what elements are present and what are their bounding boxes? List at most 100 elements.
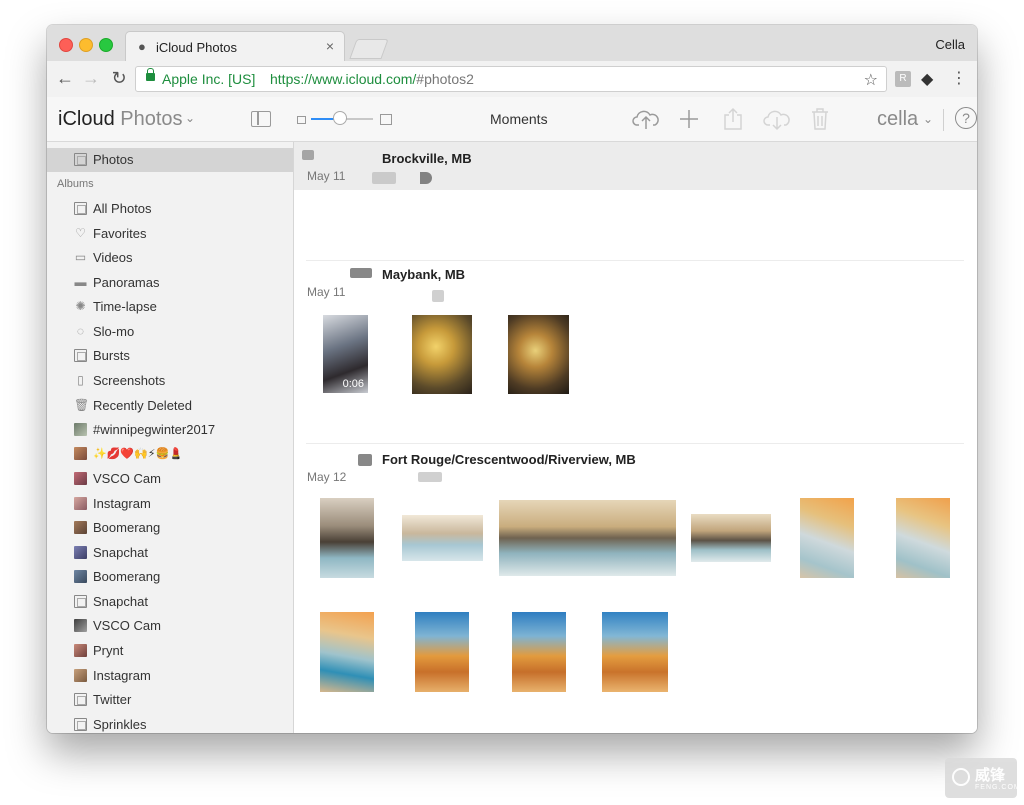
moment-separator: [306, 443, 964, 444]
upload-cloud-icon[interactable]: [632, 107, 660, 131]
blurred-thumb: [350, 268, 372, 278]
moment-title[interactable]: Maybank, MB: [382, 267, 465, 282]
sidebar-item-snapchat[interactable]: Snapchat: [47, 541, 293, 565]
sidebar: Photos Albums All Photos ♡ Favorites ▭ V…: [47, 142, 294, 733]
sidebar-item-bursts[interactable]: Bursts: [47, 344, 293, 368]
sidebar-item-recently-deleted[interactable]: 🗑 Recently Deleted: [47, 394, 293, 418]
forward-button[interactable]: →: [80, 68, 102, 89]
sidebar-item-twitter[interactable]: Twitter: [47, 688, 293, 712]
album-icon: [74, 595, 87, 608]
album-icon: [74, 202, 87, 215]
album-icon: [74, 693, 87, 706]
reload-button[interactable]: ↻: [108, 68, 130, 89]
zoom-out-icon[interactable]: [297, 116, 306, 124]
app-title[interactable]: iCloud Photos: [58, 108, 183, 131]
photo-thumbnail[interactable]: [412, 315, 472, 394]
sidebar-item-label: All Photos: [93, 201, 152, 216]
sidebar-item-vsco-cam[interactable]: VSCO Cam: [47, 467, 293, 491]
sidebar-item-photos[interactable]: Photos: [47, 148, 293, 172]
photo-thumbnail[interactable]: [415, 612, 469, 692]
minimize-window-button[interactable]: [79, 38, 93, 52]
add-icon[interactable]: [679, 109, 699, 129]
photo-thumbnail[interactable]: [512, 612, 566, 692]
heart-icon: ♡: [75, 226, 86, 240]
share-icon[interactable]: [723, 107, 743, 131]
sidebar-item-slo-mo[interactable]: ◌ Slo-mo: [47, 320, 293, 344]
feng-watermark: 威锋 FENG.COM: [945, 758, 1020, 798]
sidebar-item-sprinkles[interactable]: Sprinkles: [47, 713, 293, 733]
photo-thumbnail[interactable]: [800, 498, 854, 578]
zoom-in-icon[interactable]: [380, 114, 392, 125]
blurred-location: [418, 472, 442, 482]
sidebar-item-all-photos[interactable]: All Photos: [47, 197, 293, 221]
sidebar-item-boomerang-2[interactable]: Boomerang: [47, 565, 293, 589]
photo-thumbnail[interactable]: [320, 612, 374, 692]
photo-thumbnail[interactable]: [602, 612, 668, 692]
moment-title[interactable]: Brockville, MB: [382, 151, 472, 166]
moments-view: Brockville, MB May 11 Maybank, MB May 11…: [294, 142, 977, 733]
moment-title[interactable]: Fort Rouge/Crescentwood/Riverview, MB: [382, 452, 636, 467]
photo-thumbnail[interactable]: [508, 315, 569, 394]
sidebar-toggle-icon[interactable]: [251, 111, 271, 127]
sidebar-item-label: Videos: [93, 250, 133, 265]
trash-icon[interactable]: [810, 107, 830, 131]
bookmark-star-icon[interactable]: ☆: [864, 70, 878, 90]
url-host: https://www.icloud.com/: [270, 71, 417, 87]
url-path: #photos2: [416, 71, 474, 87]
view-title: Moments: [490, 111, 548, 127]
tab-icloud-photos[interactable]: ● iCloud Photos ×: [125, 31, 345, 61]
new-tab-button[interactable]: [349, 39, 389, 59]
sidebar-item-time-lapse[interactable]: ✺ Time-lapse: [47, 295, 293, 319]
chevron-down-icon[interactable]: ⌄: [185, 111, 195, 125]
photo-thumbnail[interactable]: [499, 500, 676, 576]
sidebar-item-videos[interactable]: ▭ Videos: [47, 246, 293, 270]
layers-extension-icon[interactable]: ◆: [921, 69, 933, 89]
help-icon[interactable]: ?: [955, 107, 977, 129]
sidebar-item-snapchat-2[interactable]: Snapchat: [47, 590, 293, 614]
profile-name[interactable]: Cella: [935, 37, 965, 52]
download-cloud-icon[interactable]: [763, 107, 791, 131]
bursts-icon: [74, 349, 87, 362]
zoom-slider-knob[interactable]: [333, 111, 347, 125]
sidebar-item-winnipegwinter2017[interactable]: #winnipegwinter2017: [47, 418, 293, 442]
close-window-button[interactable]: [59, 38, 73, 52]
sidebar-item-label: Prynt: [93, 643, 124, 658]
sidebar-item-boomerang[interactable]: Boomerang: [47, 516, 293, 540]
user-menu[interactable]: cella: [877, 108, 918, 131]
album-thumb-icon: [74, 669, 87, 682]
sidebar-item-favorites[interactable]: ♡ Favorites: [47, 222, 293, 246]
photo-thumbnail[interactable]: [402, 515, 483, 561]
album-thumb-icon: [74, 570, 87, 583]
sidebar-item-label: Bursts: [93, 348, 130, 363]
photo-thumbnail[interactable]: [691, 514, 771, 562]
photo-thumbnail[interactable]: [320, 498, 374, 578]
tab-close-icon[interactable]: ×: [326, 38, 334, 54]
zoom-window-button[interactable]: [99, 38, 113, 52]
url-field[interactable]: Apple Inc. [US] https://www.icloud.com/#…: [135, 66, 887, 92]
chevron-down-icon[interactable]: ⌄: [923, 112, 933, 126]
slomo-icon: ◌: [76, 324, 85, 338]
moment-header-brockville[interactable]: [294, 142, 977, 190]
photo-thumbnail[interactable]: [896, 498, 950, 578]
sidebar-item-label: Favorites: [93, 226, 147, 241]
blurred-location: [372, 172, 396, 184]
sidebar-item-label: Snapchat: [93, 594, 148, 609]
tab-title: iCloud Photos: [156, 40, 237, 55]
album-thumb-icon: [74, 619, 87, 632]
sidebar-item-panoramas[interactable]: ▬ Panoramas: [47, 271, 293, 295]
sidebar-item-prynt[interactable]: Prynt: [47, 639, 293, 663]
sidebar-item-emoji-album[interactable]: ✨💋❤️🙌⚡🍔💄: [47, 442, 293, 466]
album-thumb-icon: [74, 423, 87, 436]
sidebar-item-screenshots[interactable]: ▯ Screenshots: [47, 369, 293, 393]
sidebar-item-label: Sprinkles: [93, 717, 147, 732]
sidebar-item-vsco-cam-2[interactable]: VSCO Cam: [47, 614, 293, 638]
photo-thumbnail[interactable]: 0:06: [323, 315, 368, 393]
sidebar-item-instagram-2[interactable]: Instagram: [47, 664, 293, 688]
sidebar-item-instagram[interactable]: Instagram: [47, 492, 293, 516]
back-button[interactable]: ←: [54, 68, 76, 89]
browser-window: ● iCloud Photos × Cella ← → ↻ Apple Inc.…: [47, 25, 977, 733]
extension-icon[interactable]: R: [895, 71, 911, 87]
browser-menu-icon[interactable]: ⋮: [951, 68, 967, 88]
phone-icon: ▯: [77, 373, 84, 387]
app-title-sub: Photos: [114, 108, 183, 130]
